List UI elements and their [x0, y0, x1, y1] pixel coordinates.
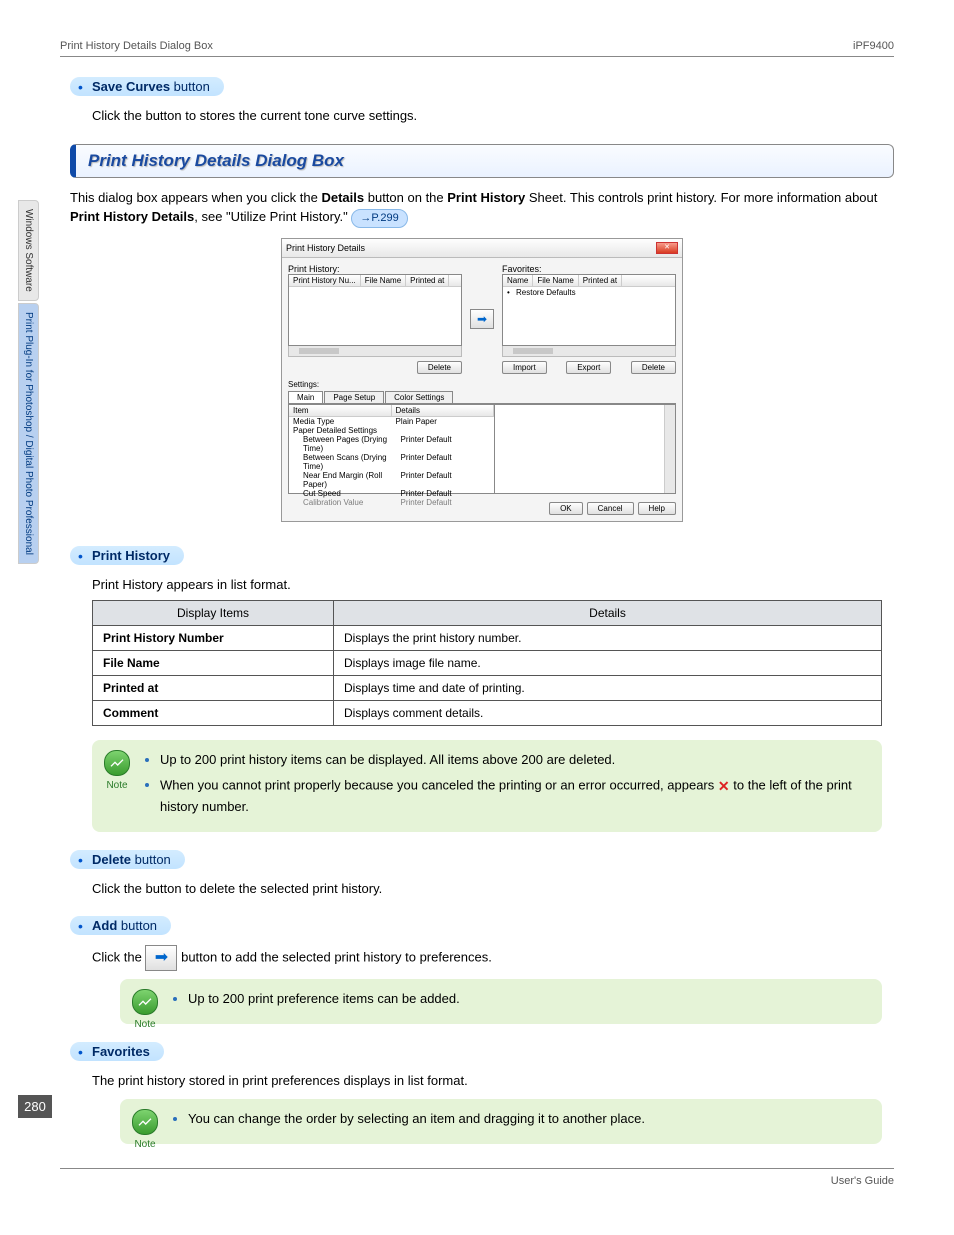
page: Print History Details Dialog Box iPF9400…	[0, 0, 954, 1217]
export-button[interactable]: Export	[566, 361, 611, 374]
print-history-label: Print History:	[288, 264, 462, 274]
page-number: 280	[18, 1095, 52, 1118]
settings-table: Item Details Media TypePlain Paper Paper…	[288, 404, 495, 494]
hscrollbar-2[interactable]	[502, 346, 676, 357]
vscrollbar[interactable]	[664, 405, 675, 493]
section-intro: This dialog box appears when you click t…	[70, 188, 894, 228]
note-item-2: When you cannot print properly because y…	[160, 775, 868, 818]
save-curves-desc: Click the button to stores the current t…	[92, 106, 894, 126]
delete-button[interactable]: Delete	[417, 361, 462, 374]
favorites-label: Favorites:	[502, 264, 676, 274]
close-icon[interactable]: ✕	[656, 242, 678, 254]
add-note: Note Up to 200 print preference items ca…	[120, 979, 882, 1024]
save-curves-suffix: button	[170, 79, 210, 94]
th-display-items: Display Items	[93, 601, 334, 626]
note-item: You can change the order by selecting an…	[188, 1109, 868, 1130]
section-header: Print History Details Dialog Box	[70, 144, 894, 178]
cancel-button[interactable]: Cancel	[587, 502, 634, 515]
import-button[interactable]: Import	[502, 361, 547, 374]
print-history-desc: Print History appears in list format.	[92, 575, 894, 595]
print-history-list[interactable]: Print History Nu... File Name Printed at	[288, 274, 462, 346]
note-icon: Note	[132, 1109, 158, 1153]
delete-heading: Delete button	[70, 850, 185, 869]
page-header: Print History Details Dialog Box iPF9400	[60, 40, 894, 57]
save-curves-title: Save Curves	[92, 79, 170, 94]
tab-main[interactable]: Main	[288, 391, 323, 403]
add-heading: Add button	[70, 916, 171, 935]
add-desc: Click the ➡ button to add the selected p…	[92, 945, 894, 971]
side-tab-windows-software[interactable]: Windows Software	[18, 200, 39, 301]
header-right: iPF9400	[853, 40, 894, 52]
print-history-table: Display Items Details Print History Numb…	[92, 600, 882, 726]
favorites-note: Note You can change the order by selecti…	[120, 1099, 882, 1144]
arrow-right-icon[interactable]: ➡	[145, 945, 177, 971]
print-history-heading: Print History	[70, 546, 184, 565]
page-link[interactable]: →P.299	[351, 209, 407, 228]
ok-button[interactable]: OK	[549, 502, 583, 515]
side-tabs: Windows Software Print Plug-In for Photo…	[18, 200, 39, 564]
hscrollbar[interactable]	[288, 346, 462, 357]
th-details: Details	[334, 601, 882, 626]
print-history-details-dialog: Print History Details ✕ Print History: P…	[281, 238, 683, 522]
print-history-note: Note Up to 200 print history items can b…	[92, 740, 882, 832]
x-icon: ✕	[718, 775, 730, 797]
delete-button-2[interactable]: Delete	[631, 361, 676, 374]
tab-color-settings[interactable]: Color Settings	[385, 391, 453, 403]
note-icon: Note	[104, 750, 130, 794]
dialog-title: Print History Details	[286, 243, 365, 253]
dialog-titlebar: Print History Details ✕	[282, 239, 682, 258]
settings-label: Settings:	[288, 380, 676, 389]
note-item-1: Up to 200 print history items can be dis…	[160, 750, 868, 771]
help-button[interactable]: Help	[638, 502, 676, 515]
delete-desc: Click the button to delete the selected …	[92, 879, 894, 899]
note-item: Up to 200 print preference items can be …	[188, 989, 868, 1010]
side-tab-print-plugin[interactable]: Print Plug-In for Photoshop / Digital Ph…	[18, 303, 39, 564]
header-left: Print History Details Dialog Box	[60, 40, 213, 52]
note-icon: Note	[132, 989, 158, 1033]
footer: User's Guide	[60, 1168, 894, 1187]
favorites-desc: The print history stored in print prefer…	[92, 1071, 894, 1091]
favorites-list[interactable]: Name File Name Printed at • Restore Defa…	[502, 274, 676, 346]
settings-tabs: Main Page Setup Color Settings	[288, 391, 676, 404]
tab-page-setup[interactable]: Page Setup	[324, 391, 384, 403]
add-arrow-button[interactable]: ➡	[470, 309, 494, 329]
save-curves-heading: Save Curves button	[70, 77, 224, 96]
section-title: Print History Details Dialog Box	[88, 151, 344, 170]
favorites-heading: Favorites	[70, 1042, 164, 1061]
